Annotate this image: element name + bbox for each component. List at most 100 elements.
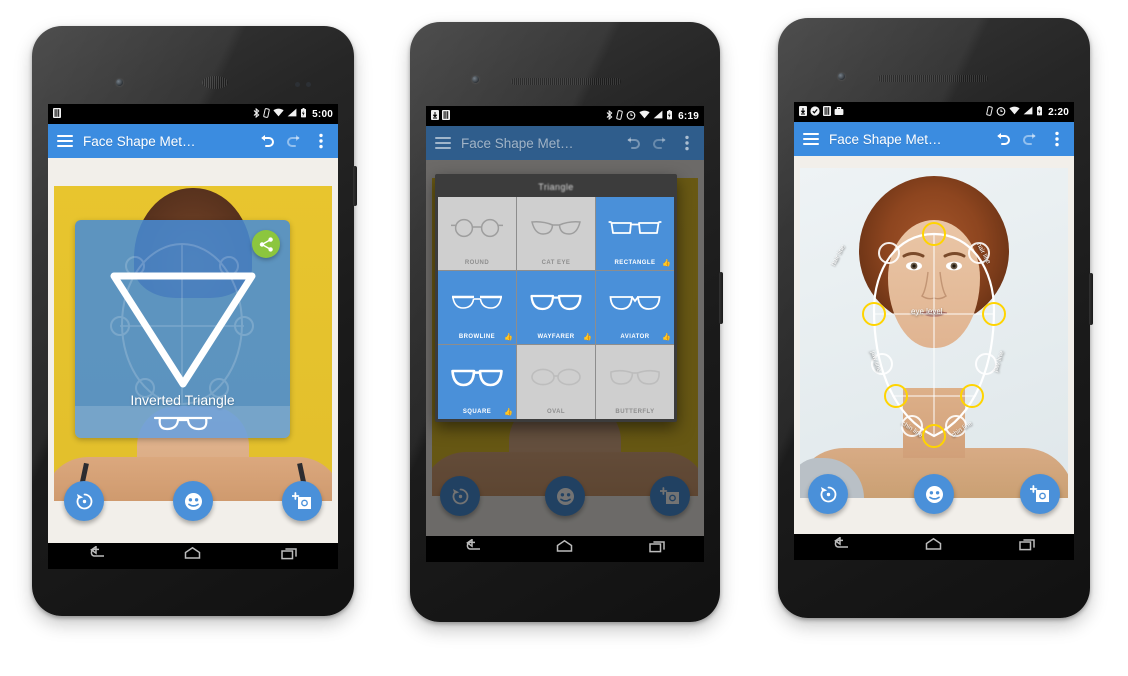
status-left-icons (799, 105, 844, 119)
page-title: Face Shape Met… (461, 135, 574, 151)
glasses-option-cat-eye[interactable]: CAT EYE (517, 197, 595, 270)
phone-center-screen: 6:19 Face Shape Met… Triangle ROUND CAT … (426, 106, 704, 562)
glasses-option-wayfarer[interactable]: WAYFARER 👍 (517, 270, 595, 345)
battery-icon (1036, 105, 1043, 119)
recents-button[interactable] (1018, 537, 1037, 557)
navigation-bar (426, 536, 704, 562)
status-bar: 5:00 (48, 104, 338, 124)
redo-icon[interactable] (285, 132, 303, 150)
status-right-icons: 2:20 (986, 105, 1069, 119)
add-photo-fab[interactable] (1020, 474, 1060, 514)
face-icon (925, 485, 943, 503)
front-camera-icon (116, 79, 123, 86)
sim-card-icon (53, 107, 61, 121)
eye-level-label: eye level (911, 307, 943, 316)
app-bar: Face Shape Met… (794, 122, 1074, 156)
butterfly-glasses-icon (596, 345, 674, 409)
page-title: Face Shape Met… (83, 133, 196, 149)
briefcase-icon (834, 106, 844, 119)
phone-center: 6:19 Face Shape Met… Triangle ROUND CAT … (410, 22, 723, 622)
earpiece-speaker (878, 75, 988, 82)
share-button[interactable] (252, 230, 280, 258)
photo-canvas[interactable]: hair line hair line eye level jaw line j… (794, 156, 1074, 534)
glasses-icon (153, 416, 212, 431)
navigation-bar (794, 534, 1074, 560)
earpiece-speaker (511, 78, 621, 85)
sim-card-icon (823, 105, 831, 119)
proximity-sensor (295, 82, 300, 87)
aviator-glasses-icon (596, 271, 674, 335)
redo-icon[interactable] (1021, 130, 1039, 148)
recents-button[interactable] (280, 546, 299, 566)
glasses-option-aviator[interactable]: AVIATOR 👍 (596, 270, 674, 345)
recommended-badge-icon: 👍 (662, 259, 671, 267)
oval-glasses-icon (517, 345, 595, 409)
reset-fab[interactable] (808, 474, 848, 514)
glasses-option-square[interactable]: SQUARE 👍 (438, 345, 516, 419)
redo-icon[interactable] (651, 134, 669, 152)
photo-canvas[interactable]: Inverted Triangle (48, 158, 338, 543)
front-camera-icon (838, 73, 845, 80)
detect-face-fab[interactable] (914, 474, 954, 514)
hamburger-icon[interactable] (56, 132, 74, 150)
earpiece-speaker (202, 76, 228, 89)
add-photo-icon (1029, 484, 1049, 502)
wifi-icon (1009, 106, 1020, 118)
alarm-icon (626, 110, 636, 123)
glasses-label: BROWLINE (458, 334, 496, 341)
status-clock: 2:20 (1048, 106, 1069, 118)
undo-icon[interactable] (624, 134, 642, 152)
inverted-triangle-shape (110, 272, 256, 388)
phone-left-power-button[interactable] (353, 166, 357, 206)
phone-left: 5:00 Face Shape Met… Inverted Triangle (32, 26, 357, 616)
reset-fab[interactable] (64, 481, 104, 521)
recommended-glasses-bar[interactable] (75, 406, 290, 438)
status-right-icons: 5:00 (253, 107, 333, 121)
glasses-option-oval[interactable]: OVAL (517, 345, 595, 419)
undo-icon[interactable] (258, 132, 276, 150)
wayfarer-glasses-icon (517, 271, 595, 335)
undo-icon[interactable] (994, 130, 1012, 148)
add-photo-fab[interactable] (282, 481, 322, 521)
home-button[interactable] (183, 546, 202, 566)
app-bar: Face Shape Met… (426, 126, 704, 160)
glasses-dialog[interactable]: Triangle ROUND CAT EYE RECTANGLE 👍 BROWL… (435, 174, 677, 422)
battery-icon (666, 109, 673, 123)
status-left-icons (431, 109, 450, 123)
signal-icon (653, 110, 663, 122)
page-title: Face Shape Met… (829, 131, 942, 147)
result-card[interactable]: Inverted Triangle (75, 220, 290, 438)
glasses-label: ROUND (464, 259, 490, 266)
cat-eye-glasses-icon (517, 197, 595, 260)
battery-icon (300, 107, 307, 121)
rectangle-glasses-icon (596, 197, 674, 260)
status-bar: 6:19 (426, 106, 704, 126)
overflow-menu-icon[interactable] (312, 132, 330, 150)
download-icon (799, 105, 807, 119)
glasses-label: SQUARE (462, 409, 492, 415)
back-button[interactable] (831, 536, 850, 557)
back-button[interactable] (87, 545, 106, 566)
detect-face-fab[interactable] (173, 481, 213, 521)
glasses-option-browline[interactable]: BROWLINE 👍 (438, 270, 516, 345)
dialog-title: Triangle (538, 182, 574, 192)
status-right-icons: 6:19 (606, 109, 699, 123)
back-button[interactable] (463, 538, 482, 559)
photo-canvas[interactable]: Triangle ROUND CAT EYE RECTANGLE 👍 BROWL… (426, 160, 704, 536)
add-photo-icon (291, 491, 311, 509)
overflow-menu-icon[interactable] (678, 134, 696, 152)
home-button[interactable] (924, 537, 943, 557)
glasses-option-butterfly[interactable]: BUTTERFLY (596, 345, 674, 419)
download-icon (431, 109, 439, 123)
hamburger-icon[interactable] (802, 130, 820, 148)
hamburger-icon[interactable] (434, 134, 452, 152)
glasses-option-rectangle[interactable]: RECTANGLE 👍 (596, 197, 674, 270)
recommended-badge-icon: 👍 (583, 334, 592, 342)
glasses-option-round[interactable]: ROUND (438, 197, 516, 270)
recents-button[interactable] (648, 539, 667, 559)
home-button[interactable] (555, 539, 574, 559)
phone-right-power-button[interactable] (1089, 273, 1093, 325)
overflow-menu-icon[interactable] (1048, 130, 1066, 148)
phone-center-power-button[interactable] (719, 272, 723, 324)
vibrate-icon (263, 107, 270, 121)
